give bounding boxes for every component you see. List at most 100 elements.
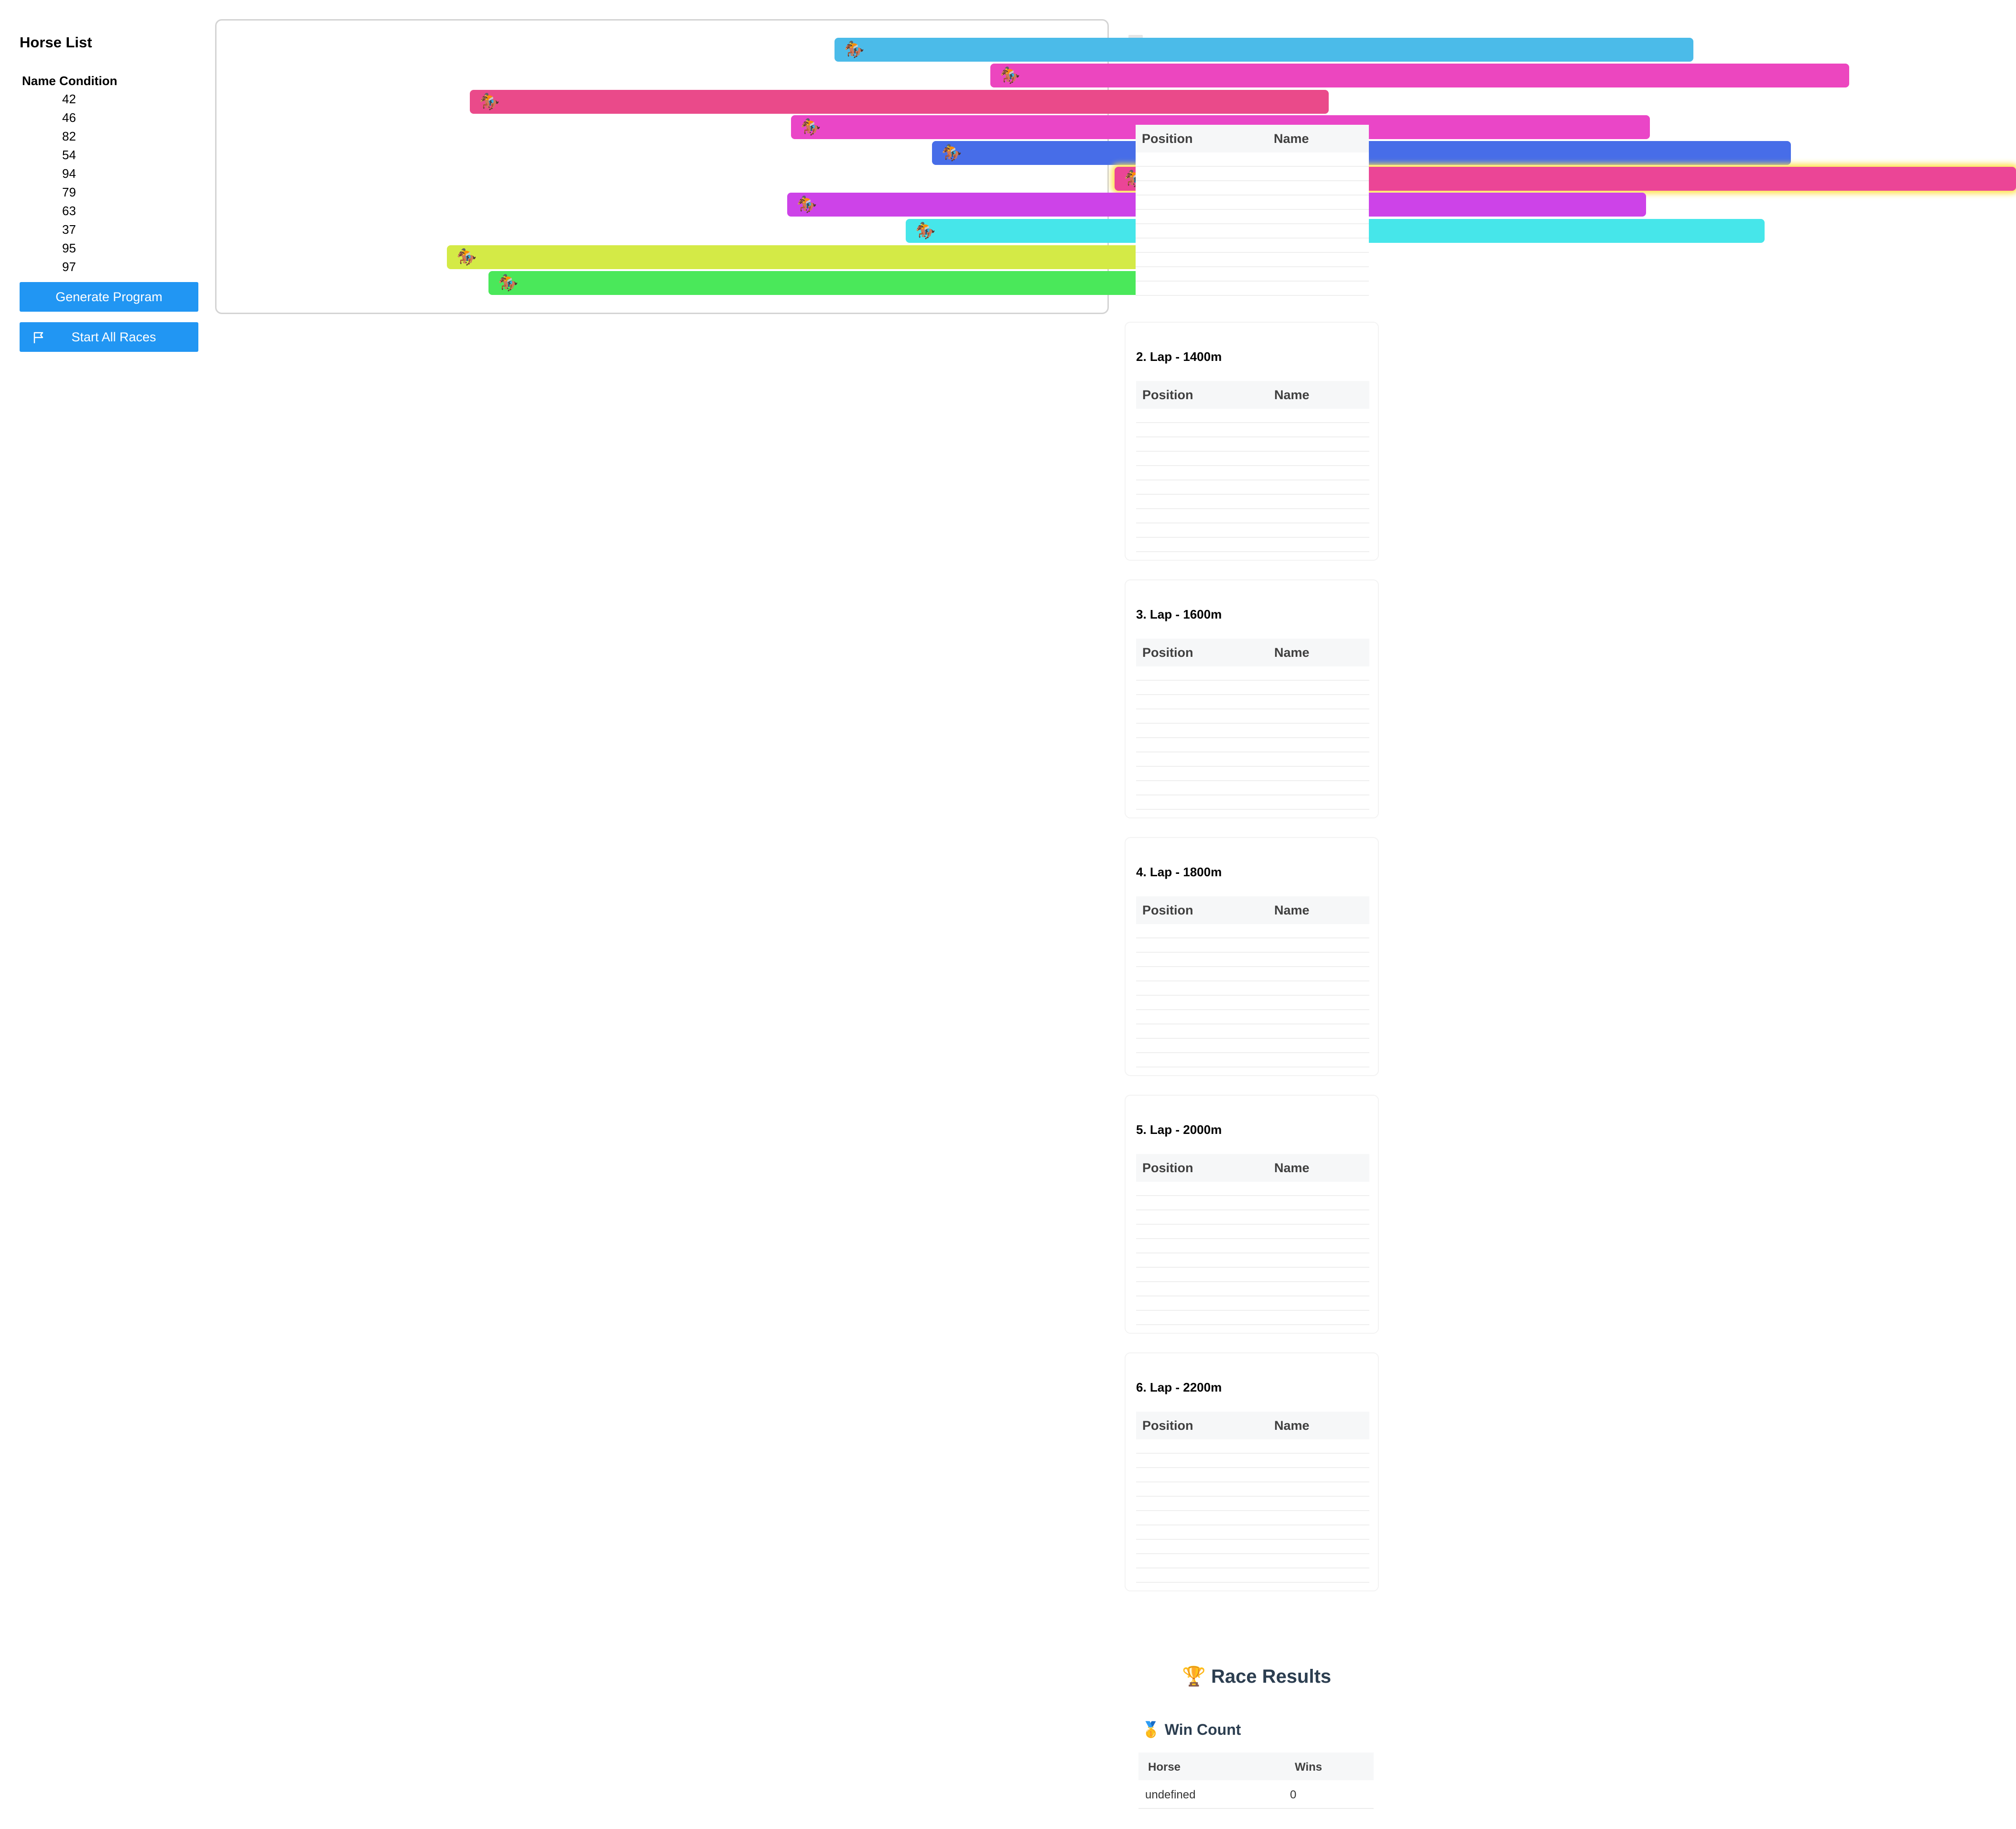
lap-panel-5: 5. Lap - 2000m Position Name — [1125, 1095, 1379, 1334]
horse-list-row: 97 — [62, 260, 76, 274]
medal-icon: 🥇 — [1141, 1721, 1160, 1738]
lap-1-table-header: Position Name — [1136, 125, 1369, 152]
position-column-header: Position — [1142, 1161, 1193, 1175]
table-row — [1136, 1024, 1369, 1039]
table-row — [1136, 1525, 1369, 1540]
table-row — [1136, 509, 1369, 523]
table-row — [1136, 1439, 1369, 1454]
table-row — [1136, 1511, 1369, 1525]
horse-list-row: 54 — [62, 148, 76, 162]
horse-racer-icon: 🏇 — [844, 41, 865, 59]
table-row — [1136, 1039, 1369, 1053]
table-row — [1136, 1196, 1369, 1210]
table-row — [1136, 1568, 1369, 1583]
table-row — [1136, 1296, 1369, 1311]
table-row — [1136, 924, 1369, 938]
horse-list-table: Name Condition 42 46 82 54 94 79 63 37 95 97 — [20, 72, 198, 276]
race-lane-1: 🏇 — [835, 38, 1693, 62]
lap-panel-6: 6. Lap - 2200m Position Name — [1125, 1352, 1379, 1591]
trophy-icon: 🏆 — [1182, 1666, 1206, 1687]
lap-panel-2: 2. Lap - 1400m Position Name — [1125, 322, 1379, 561]
lap-title: 6. Lap - 2200m — [1136, 1380, 1222, 1394]
table-row — [1136, 666, 1369, 681]
table-row — [1136, 695, 1369, 709]
horse-racer-icon: 🏇 — [1000, 66, 1020, 85]
name-column-header: Name — [1274, 131, 1309, 146]
table-row — [1136, 196, 1369, 210]
win-count-row: undefined 0 — [1138, 1780, 1374, 1809]
race-lane-3: 🏇 — [470, 90, 1329, 114]
win-count-table: Horse Wins undefined 0 — [1138, 1753, 1374, 1809]
lap-title: 2. Lap - 1400m — [1136, 349, 1222, 364]
start-all-races-label: Start All Races — [71, 329, 156, 344]
lap-1-table-body — [1136, 152, 1369, 298]
position-column-header: Position — [1142, 645, 1193, 660]
horse-list-row: 95 — [62, 241, 76, 255]
table-row — [1136, 1482, 1369, 1497]
race-lane-2: 🏇 — [990, 64, 1849, 87]
table-row — [1136, 981, 1369, 996]
table-row — [1136, 1239, 1369, 1253]
table-row — [1136, 1311, 1369, 1325]
table-row — [1136, 152, 1369, 167]
table-row — [1136, 1454, 1369, 1468]
start-all-races-button[interactable]: Start All Races — [20, 322, 198, 352]
table-row — [1136, 1282, 1369, 1296]
race-track — [215, 19, 1109, 314]
lap-table-body — [1136, 1439, 1369, 1583]
table-row — [1136, 709, 1369, 724]
table-row — [1136, 953, 1369, 967]
lap-title: 4. Lap - 1800m — [1136, 865, 1222, 879]
horse-racer-icon: 🏇 — [797, 196, 817, 214]
table-row — [1136, 1468, 1369, 1482]
table-row — [1136, 409, 1369, 423]
name-column-header: Name — [1274, 1418, 1310, 1433]
horse-list-row: 79 — [62, 185, 76, 199]
table-row — [1136, 1497, 1369, 1511]
lap-title: 5. Lap - 2000m — [1136, 1122, 1222, 1137]
name-column-header: Name — [1274, 388, 1310, 402]
table-row — [1136, 239, 1369, 253]
table-row — [1136, 282, 1369, 296]
horse-list-row: 37 — [62, 222, 76, 237]
position-column-header: Position — [1142, 388, 1193, 402]
table-row — [1136, 967, 1369, 981]
lap-table-body — [1136, 409, 1369, 552]
table-row — [1136, 480, 1369, 495]
table-row — [1136, 1182, 1369, 1196]
lap-table-header: Position Name — [1136, 896, 1369, 924]
horse-racer-icon: 🏇 — [456, 248, 477, 266]
horse-racer-icon: 🏇 — [915, 222, 936, 240]
table-row — [1136, 752, 1369, 767]
race-results-title: 🏆 Race Results — [1182, 1665, 1331, 1687]
horse-list-row: 46 — [62, 110, 76, 125]
horse-column-header: Horse — [1148, 1761, 1181, 1774]
table-row — [1136, 495, 1369, 509]
table-row — [1136, 423, 1369, 437]
horse-list-row: 94 — [62, 166, 76, 181]
position-column-header: Position — [1142, 903, 1193, 917]
table-row — [1136, 538, 1369, 552]
wins-cell: 0 — [1290, 1788, 1297, 1801]
table-row — [1136, 767, 1369, 781]
table-row — [1136, 210, 1369, 224]
horse-list-row: 63 — [62, 204, 76, 218]
horse-list-panel: Horse List Name Condition 42 46 82 54 94 79 63… — [20, 30, 198, 352]
generate-program-button[interactable]: Generate Program — [20, 282, 198, 312]
horse-list-header: Name Condition — [22, 74, 118, 88]
horse-name-cell: undefined — [1145, 1788, 1196, 1801]
lap-panel-4: 4. Lap - 1800m Position Name — [1125, 837, 1379, 1076]
table-row — [1136, 181, 1369, 196]
table-row — [1136, 1053, 1369, 1067]
table-row — [1136, 795, 1369, 810]
table-row — [1136, 1540, 1369, 1554]
lap-table-header: Position Name — [1136, 639, 1369, 666]
position-column-header: Position — [1142, 131, 1193, 146]
horse-racer-icon: 🏇 — [498, 274, 519, 292]
table-row — [1136, 253, 1369, 267]
table-row — [1136, 452, 1369, 466]
lap-table-body — [1136, 666, 1369, 810]
table-row — [1136, 1210, 1369, 1225]
table-row — [1136, 224, 1369, 239]
table-row — [1136, 738, 1369, 752]
